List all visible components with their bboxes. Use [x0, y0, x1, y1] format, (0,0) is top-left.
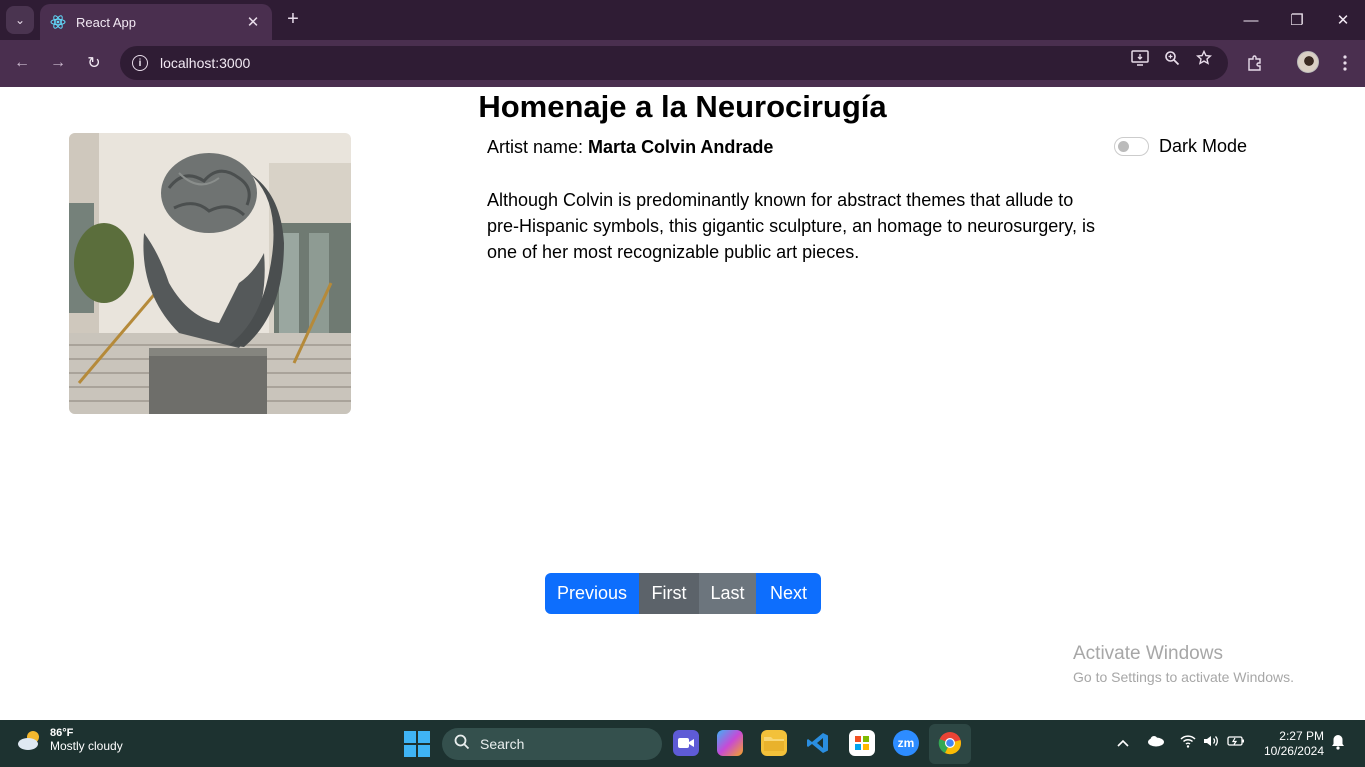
url-text: localhost:3000 — [160, 55, 251, 71]
page-title: Homenaje a la Neurocirugía — [478, 89, 887, 124]
page-content: Homenaje a la Neurocirugía Artist name: … — [0, 87, 1365, 720]
watermark-title: Activate Windows — [1073, 643, 1223, 664]
windows-logo-icon — [404, 731, 416, 743]
reload-button[interactable]: ↻ — [81, 50, 107, 76]
artist-line: Artist name: Marta Colvin Andrade — [487, 137, 773, 158]
chevron-down-icon: ⌄ — [14, 13, 26, 27]
next-button[interactable]: Next — [756, 573, 821, 614]
pagination: Previous First Last Next — [545, 573, 821, 614]
extensions-icon[interactable] — [1243, 51, 1267, 75]
profile-avatar[interactable] — [1297, 51, 1319, 73]
restore-button[interactable]: ❐ — [1274, 0, 1320, 40]
clock-date: 10/26/2024 — [1263, 744, 1324, 758]
browser-tab-strip: ⌄ React App ✕ + — ❐ ✕ — [0, 0, 1365, 40]
dark-mode-label: Dark Mode — [1159, 136, 1248, 156]
close-tab-icon[interactable]: ✕ — [244, 13, 262, 31]
site-info-icon[interactable]: i — [132, 55, 148, 71]
artist-label: Artist name: — [487, 137, 584, 157]
tab-title: React App — [76, 14, 136, 30]
weather-condition: Mostly cloudy — [50, 739, 123, 753]
menu-kebab-icon[interactable] — [1333, 51, 1357, 75]
dark-mode-switch[interactable] — [1114, 137, 1149, 156]
vscode-icon[interactable] — [805, 730, 831, 756]
meet-app-icon[interactable] — [673, 730, 699, 756]
zoom-app-icon[interactable]: zm — [893, 730, 919, 756]
battery-icon[interactable] — [1227, 734, 1245, 750]
weather-temperature: 86°F — [50, 727, 74, 739]
tab-list-button[interactable]: ⌄ — [6, 6, 34, 34]
taskbar-search[interactable]: Search — [442, 728, 662, 760]
first-button[interactable]: First — [639, 573, 699, 614]
file-explorer-icon[interactable] — [761, 730, 787, 756]
artist-name: Marta Colvin Andrade — [588, 137, 774, 157]
onedrive-icon[interactable] — [1147, 734, 1165, 750]
chevron-up-icon[interactable] — [1117, 734, 1129, 750]
install-app-icon[interactable] — [1130, 48, 1150, 68]
address-bar[interactable]: i localhost:3000 — [120, 46, 1228, 80]
back-button[interactable]: ← — [9, 50, 35, 76]
new-tab-button[interactable]: + — [282, 8, 304, 30]
switch-knob — [1118, 141, 1129, 152]
last-button[interactable]: Last — [699, 573, 756, 614]
volume-icon[interactable] — [1203, 734, 1219, 751]
react-logo-icon — [50, 14, 66, 30]
windows-taskbar: 86°F Mostly cloudy Search zm 2:27 PM 10/… — [0, 720, 1365, 767]
notification-bell-icon[interactable] — [1331, 734, 1345, 753]
start-button[interactable] — [404, 731, 430, 757]
forward-button[interactable]: → — [45, 50, 71, 76]
artwork-image — [69, 133, 351, 414]
chrome-icon[interactable] — [937, 730, 963, 756]
weather-widget[interactable]: 86°F Mostly cloudy — [16, 727, 123, 753]
microsoft-store-icon[interactable] — [849, 730, 875, 756]
copilot-icon[interactable] — [717, 730, 743, 756]
minimize-button[interactable]: — — [1228, 0, 1274, 40]
search-icon — [454, 734, 470, 755]
search-label: Search — [480, 736, 525, 752]
dark-mode-toggle[interactable]: Dark Mode — [1114, 136, 1247, 157]
wifi-icon[interactable] — [1180, 734, 1196, 751]
activate-windows-watermark: Activate Windows Go to Settings to activ… — [1073, 643, 1294, 685]
watermark-subtitle: Go to Settings to activate Windows. — [1073, 669, 1294, 685]
clock-time: 2:27 PM — [1279, 729, 1324, 743]
browser-toolbar: ← → ↻ i localhost:3000 — [0, 40, 1365, 87]
system-clock[interactable]: 2:27 PM 10/26/2024 — [1258, 729, 1324, 759]
partly-cloudy-icon — [18, 731, 39, 750]
zoom-icon[interactable] — [1162, 48, 1182, 68]
previous-button[interactable]: Previous — [545, 573, 639, 614]
browser-tab[interactable]: React App ✕ — [40, 4, 272, 40]
artwork-description: Although Colvin is predominantly known f… — [487, 190, 1095, 262]
bookmark-star-icon[interactable] — [1194, 48, 1214, 68]
close-window-button[interactable]: ✕ — [1320, 0, 1365, 40]
